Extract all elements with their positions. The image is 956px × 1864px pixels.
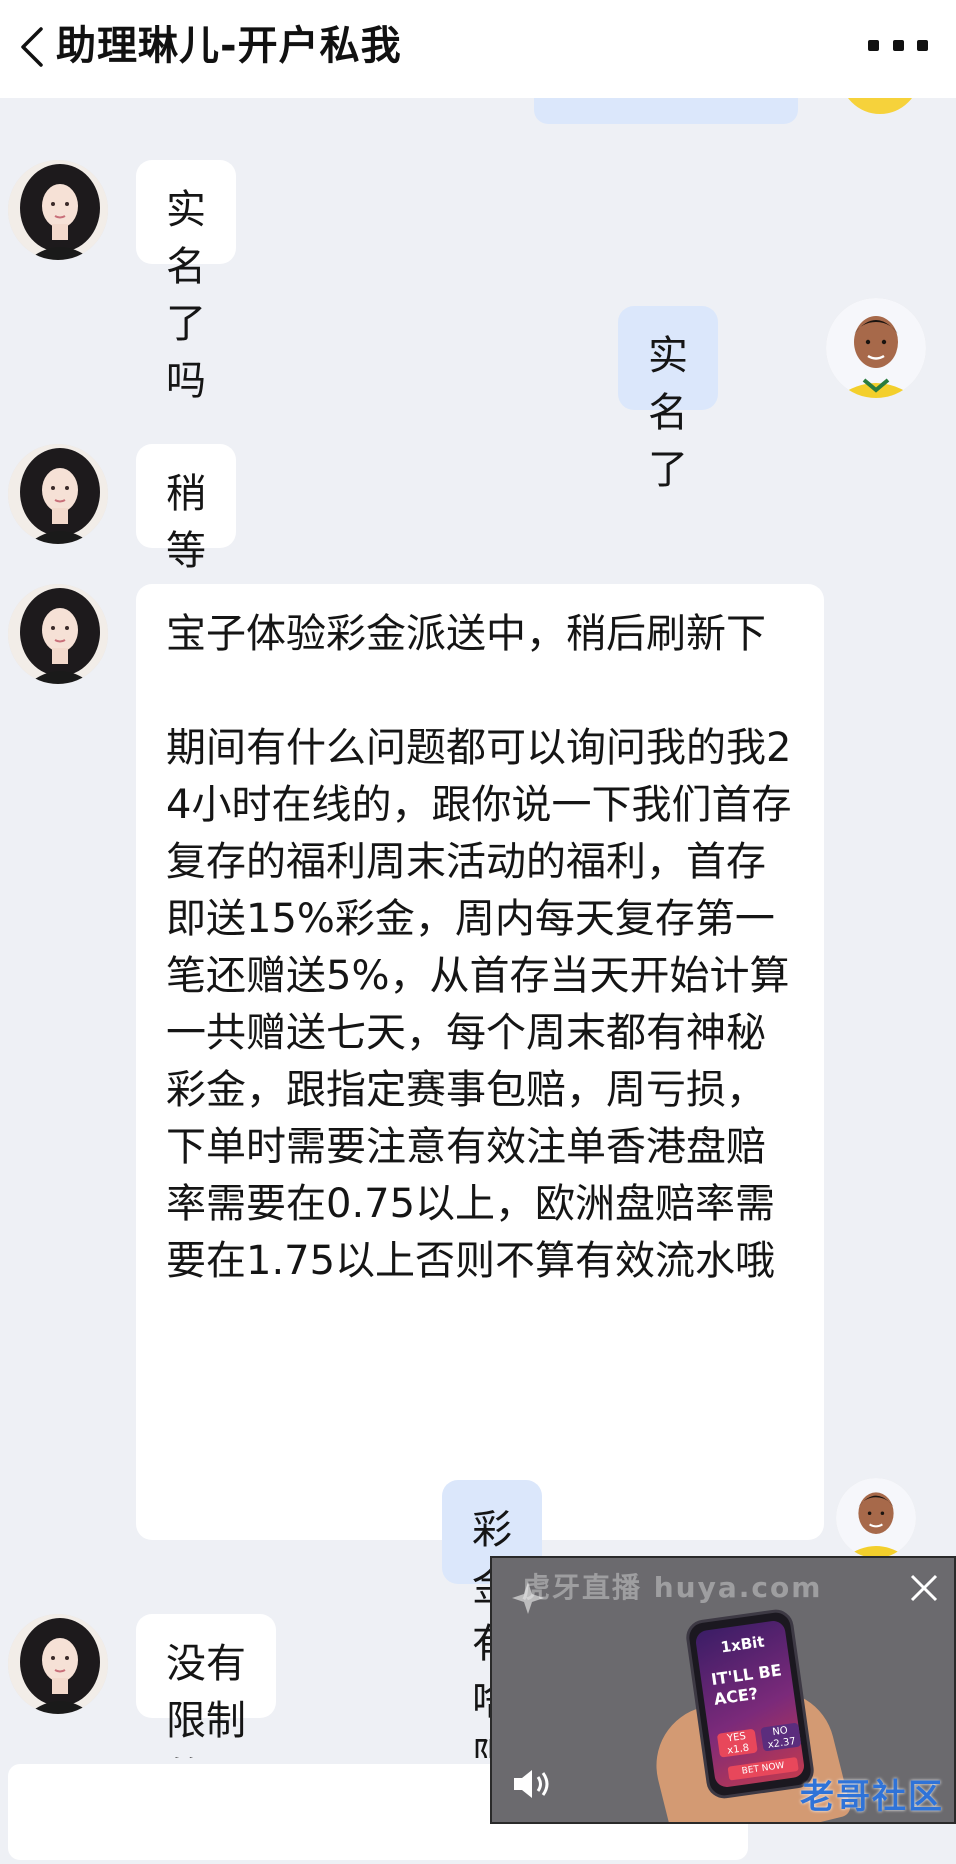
pin-icon[interactable] (508, 1578, 548, 1618)
more-button[interactable] (868, 30, 928, 60)
message-list[interactable]: 实名了吗 实名了 稍等 宝子体验彩金派送中，稍后刷新下 期间有什么问题都可以询问… (0, 58, 956, 1864)
chevron-left-icon (21, 27, 43, 67)
ad-site-logo: 老哥社区 (800, 1777, 944, 1817)
message-bubble[interactable]: 实名了 (618, 306, 718, 493)
message-bubble[interactable]: 实名了吗 (136, 160, 236, 404)
ad-bet-now: BET NOW (727, 1756, 799, 1781)
user-avatar[interactable] (826, 298, 926, 398)
chat-header: 助理琳儿-开户私我 (0, 0, 956, 98)
chat-screen: 助理琳儿-开户私我 实名了吗 实名了 稍等 宝子体验彩金派送中，稍后刷新下 期间… (0, 0, 956, 1864)
ad-brand: 1xBit (719, 1632, 766, 1657)
ad-watermark: 虎牙直播 huya.com (522, 1571, 823, 1604)
back-button[interactable] (12, 22, 52, 72)
assistant-avatar[interactable] (8, 444, 108, 544)
message-bubble[interactable]: 宝子体验彩金派送中，稍后刷新下 期间有什么问题都可以询问我的我24小时在线的，跟… (136, 584, 824, 1540)
user-avatar[interactable] (836, 1478, 916, 1558)
assistant-avatar[interactable] (8, 1614, 108, 1714)
chat-title: 助理琳儿-开户私我 (56, 23, 402, 69)
ad-yes-option: YES x1.8 (716, 1728, 758, 1758)
message-bubble[interactable]: 没有限制的哦！ (136, 1614, 276, 1858)
more-dots-icon (868, 39, 879, 51)
volume-icon[interactable] (510, 1766, 554, 1802)
assistant-avatar[interactable] (8, 160, 108, 260)
assistant-avatar[interactable] (8, 584, 108, 684)
message-bubble[interactable]: 稍等 (136, 444, 236, 574)
ad-no-option: NO x2.37 (760, 1722, 802, 1752)
floating-video-ad[interactable]: 虎牙直播 huya.com 1xBit IT'LL BE ACE? YES x1… (490, 1556, 956, 1824)
ad-headline: IT'LL BE ACE? (709, 1660, 783, 1709)
close-icon[interactable] (906, 1570, 942, 1606)
